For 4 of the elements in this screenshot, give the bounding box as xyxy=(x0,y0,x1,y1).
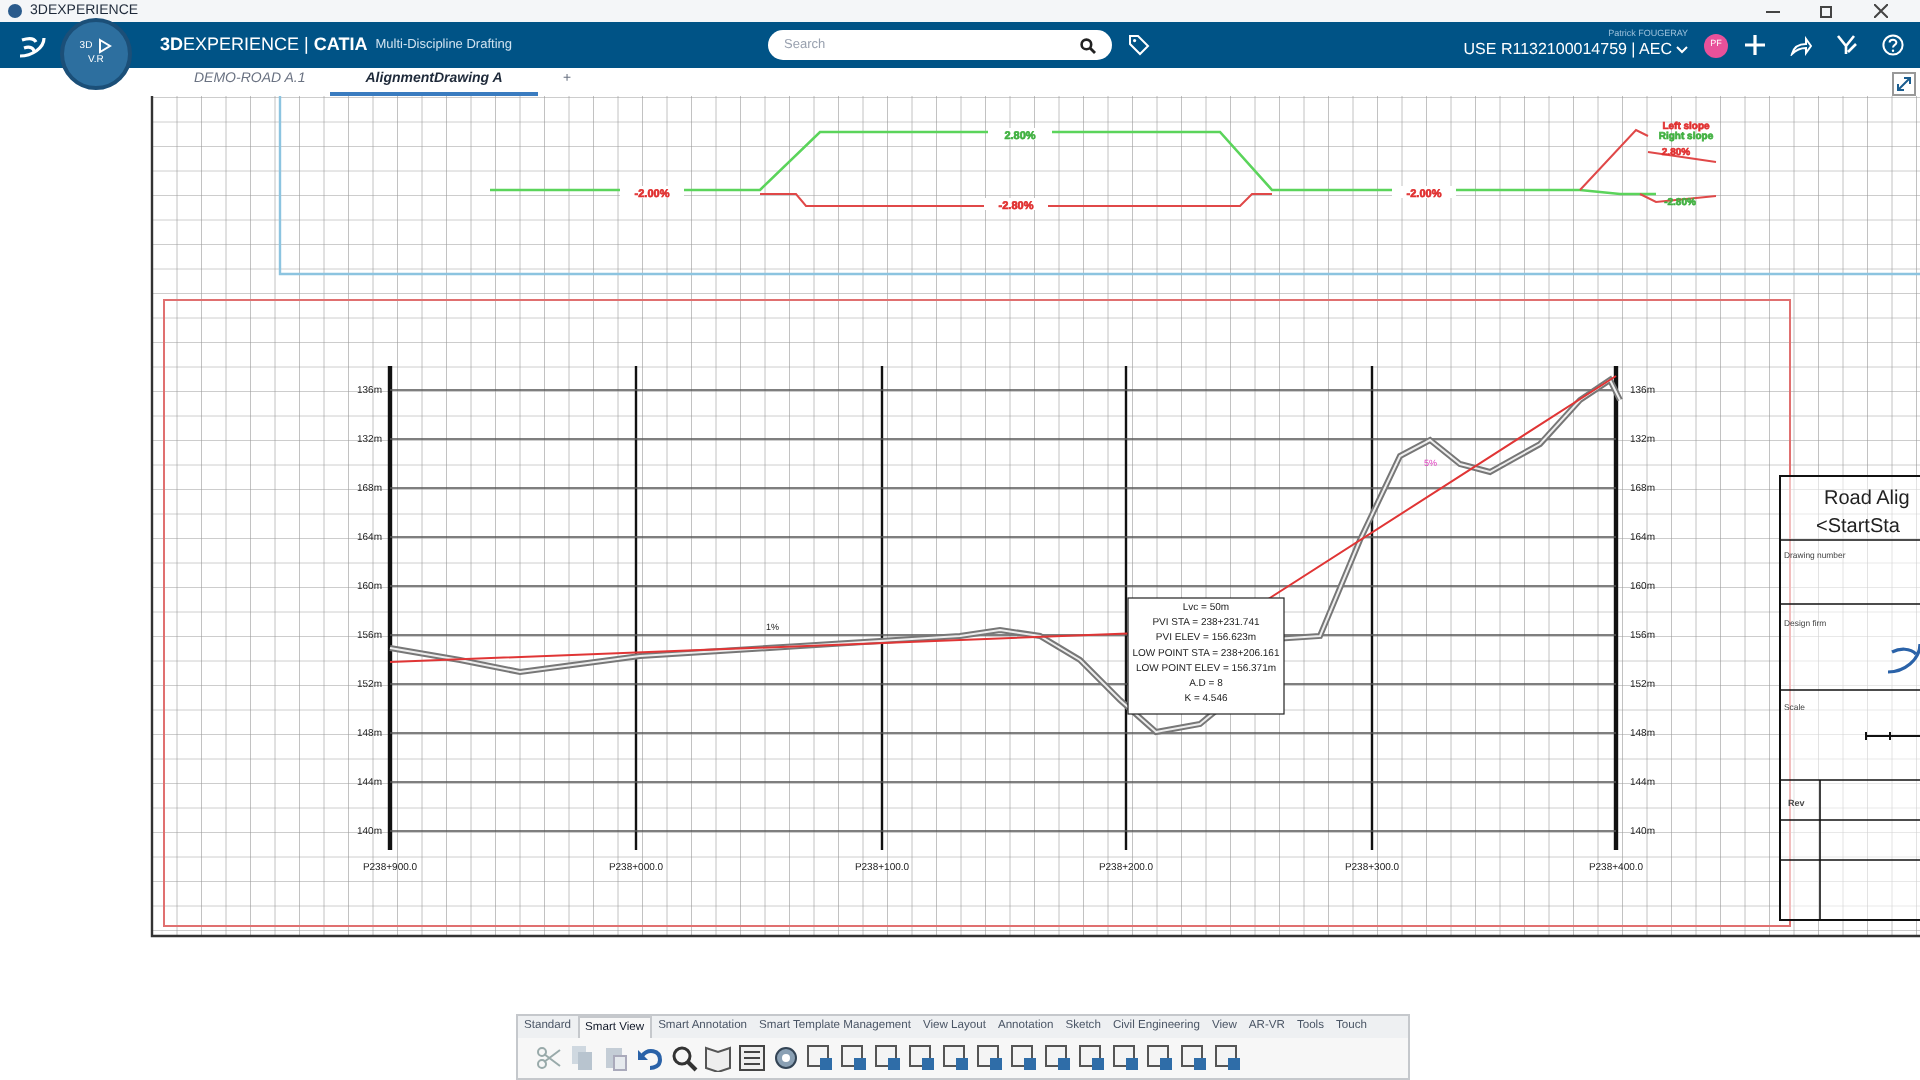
credentials-label[interactable]: USE R1132100014759 | AEC xyxy=(1463,39,1672,60)
title-block-title: Road Alig xyxy=(1824,488,1910,510)
app-brand: 3DEXPERIENCE | CATIA xyxy=(160,31,368,58)
title-block-subtitle: <StartSta xyxy=(1816,516,1900,538)
